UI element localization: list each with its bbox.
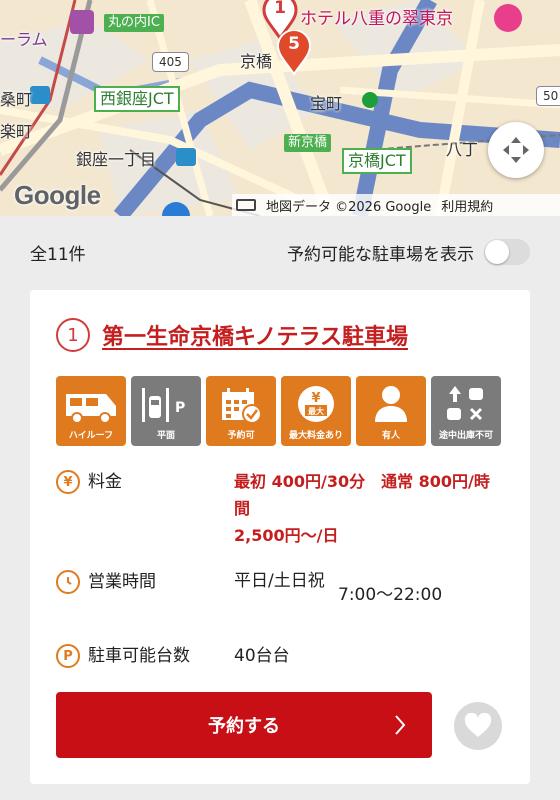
yen-icon: ¥ [56, 470, 80, 494]
svg-text:¥: ¥ [311, 391, 320, 406]
pin-number: 5 [288, 34, 300, 54]
map-label-hatchobori: 八丁 [446, 140, 479, 159]
map-terms-link[interactable]: 利用規約 [441, 196, 493, 215]
attendant-icon [375, 386, 407, 422]
map-view[interactable]: ホテル八重の翠東京 丸の内IC ーラム 405 50 京橋 宝町 桑町 楽町 西… [0, 0, 560, 216]
recenter-button[interactable] [488, 122, 544, 178]
move-arrows-icon [503, 137, 529, 163]
feature-max-price: ¥ 最大 最大料金あり [281, 376, 351, 446]
map-pin-5[interactable]: 5 [276, 29, 312, 76]
spaces-row: P 駐車可能台数 40台台 [56, 642, 290, 670]
price-value: 最初 400円/30分 通常 800円/時間 2,500円〜/日 [234, 468, 498, 549]
filter-row: 全11件 予約可能な駐車場を表示 [0, 216, 560, 288]
feature-icons: ハイルーフ P 平面 予約可 ¥ 最大 最大料金あり 有人 途中出庫不可 [56, 376, 501, 446]
hours-label: 営業時間 [88, 572, 156, 592]
feature-no-reentry: 途中出庫不可 [431, 376, 501, 446]
hours-time: 7:00〜22:00 [338, 585, 443, 605]
price-rates: 最初 400円/30分 通常 800円/時間 [234, 472, 490, 518]
map-label-takaracho: 宝町 [310, 94, 343, 113]
map-label-marunouchi-ic: 丸の内IC [104, 14, 164, 32]
map-label-shinkyobashi: 新京橋 [284, 134, 332, 152]
available-only-filter: 予約可能な駐車場を表示 [287, 239, 530, 265]
toggle-label: 予約可能な駐車場を表示 [287, 244, 474, 265]
spaces-value: 40台台 [234, 646, 290, 666]
map-label-kyobashi-jct: 京橋JCT [342, 148, 412, 174]
calendar-check-icon [222, 388, 262, 424]
map-label-ginza1: 銀座一丁目 [76, 150, 157, 169]
map-label-nishiginza-jct: 西銀座JCT [94, 86, 180, 112]
lot-title-row: 1 第一生命京橋キノテラス駐車場 [56, 318, 408, 352]
map-label-hotel[interactable]: ホテル八重の翠東京 [300, 4, 453, 29]
spaces-label: 駐車可能台数 [88, 646, 190, 666]
feature-label: 途中出庫不可 [438, 431, 493, 441]
heart-icon [464, 713, 492, 737]
feature-attended: 有人 [356, 376, 426, 446]
map-data-credit[interactable]: 地図データ ©2026 Google [266, 196, 431, 215]
hours-days: 平日/土日祝 [234, 571, 325, 591]
van-icon [66, 394, 116, 424]
lot-name-link[interactable]: 第一生命京橋キノテラス駐車場 [102, 319, 408, 351]
price-label: 料金 [88, 472, 122, 492]
reserve-button-label: 予約する [208, 716, 280, 737]
map-label-left-top: 桑町 [0, 90, 33, 109]
no-reentry-icon [447, 386, 483, 421]
route-405-badge: 405 [152, 52, 189, 72]
flat-parking-icon: P [142, 388, 185, 422]
google-logo: Google [14, 180, 101, 210]
feature-label: 最大料金あり [288, 431, 343, 441]
feature-flat: P 平面 [131, 376, 201, 446]
lot-number-badge: 1 [56, 318, 90, 352]
feature-label: 予約可 [227, 431, 255, 441]
result-count: 全11件 [30, 244, 86, 265]
feature-label: 有人 [381, 431, 400, 441]
pin-number: 1 [274, 0, 286, 18]
feature-label: 平面 [156, 431, 175, 441]
feature-reservable: 予約可 [206, 376, 276, 446]
feature-label: ハイルーフ [68, 431, 114, 441]
toggle-knob [485, 240, 509, 264]
price-daily: 2,500円〜/日 [234, 526, 339, 545]
reserve-button[interactable]: 予約する [56, 692, 432, 758]
map-label-ramu: ーラム [0, 30, 48, 49]
parking-icon: P [56, 644, 80, 668]
route-50-badge: 50 [536, 86, 560, 106]
available-only-toggle[interactable] [484, 239, 530, 265]
max-price-icon: ¥ 最大 [298, 386, 334, 422]
clock-icon [56, 570, 80, 594]
chevron-right-icon [395, 715, 406, 735]
svg-text:最大: 最大 [308, 406, 324, 416]
map-label-kyobashi: 京橋 [240, 52, 273, 71]
map-footer: 地図データ ©2026 Google 利用規約 [232, 194, 560, 216]
svg-text:P: P [175, 400, 185, 416]
keyboard-icon[interactable] [236, 199, 256, 211]
hours-row: 営業時間 平日/土日祝 7:00〜22:00 [56, 568, 442, 609]
map-label-left-mid: 楽町 [0, 122, 33, 141]
favorite-button[interactable] [454, 702, 502, 750]
price-row: ¥ 料金 最初 400円/30分 通常 800円/時間 2,500円〜/日 [56, 468, 498, 549]
feature-high-roof: ハイルーフ [56, 376, 126, 446]
parking-lot-card: 1 第一生命京橋キノテラス駐車場 ハイルーフ P 平面 予約可 ¥ 最大 最大料… [30, 290, 530, 784]
